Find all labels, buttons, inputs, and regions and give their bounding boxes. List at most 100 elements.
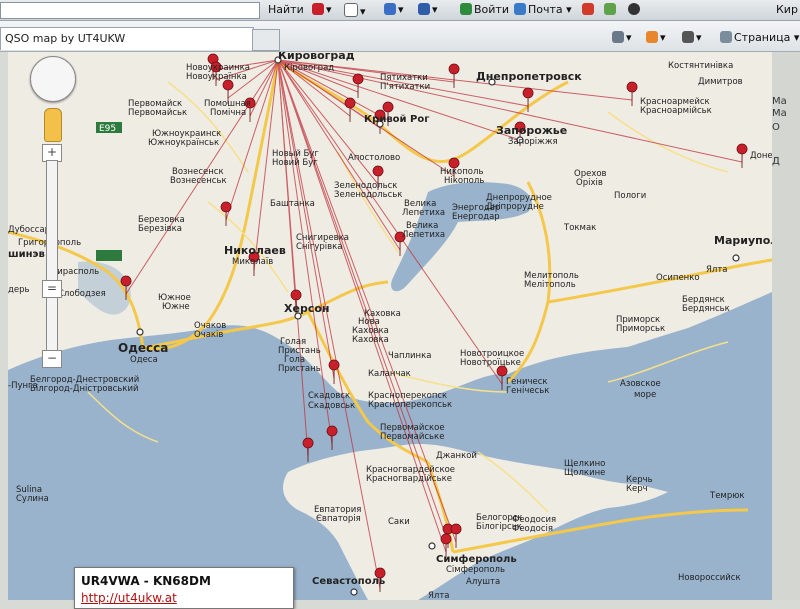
label-kerch2: Керч bbox=[626, 484, 648, 494]
check-button[interactable]: ▾ bbox=[384, 3, 404, 17]
tab-title: QSO map by UT4UKW bbox=[5, 32, 126, 45]
label-skadovsk2: Скадовськ bbox=[308, 401, 355, 411]
page-menu-button[interactable]: Страница ▾ bbox=[720, 31, 799, 44]
mail-label: Почта bbox=[528, 3, 563, 16]
search-box[interactable] bbox=[0, 2, 260, 19]
label-kostiantynivka: Костянтинівка bbox=[668, 61, 733, 71]
mail-icon bbox=[514, 3, 526, 15]
label-voznesensk2: Вознесенськ bbox=[170, 176, 227, 186]
bike-button[interactable] bbox=[582, 3, 596, 17]
info-window-link[interactable]: http://ut4ukw.at bbox=[81, 591, 177, 605]
mail-button[interactable]: Почта ▾ bbox=[514, 3, 572, 17]
right-edge-text: О bbox=[772, 122, 780, 133]
label-chaplinka: Чаплинка bbox=[388, 351, 431, 361]
label-kalanchak: Каланчак bbox=[368, 369, 411, 379]
document-icon bbox=[418, 3, 430, 15]
label-krasnoperekopsk2: Красноперекопськ bbox=[368, 400, 452, 410]
login-label: Войти bbox=[474, 3, 509, 16]
e95-label-north: E95 bbox=[99, 124, 116, 134]
e95-shield-south bbox=[96, 250, 122, 261]
qso-map[interactable]: E95 Кировоград Кіровоград Новоукраинка Н… bbox=[8, 52, 772, 600]
label-piatykhatky: П'ятихатки bbox=[380, 82, 430, 92]
label-yevpatoriia: Євпаторія bbox=[316, 514, 361, 524]
pan-control[interactable] bbox=[30, 56, 76, 102]
label-novotroitske: Новотроїцьке bbox=[460, 358, 521, 368]
label-henichesk: Генічеськ bbox=[506, 386, 549, 396]
label-prymorsk: Приморськ bbox=[616, 324, 665, 334]
zoom-out-button[interactable]: − bbox=[42, 350, 62, 368]
label-pology: Пологи bbox=[614, 191, 646, 201]
label-pervomaysk2: Первомайськ bbox=[128, 108, 187, 118]
label-ochakiv: Очаків bbox=[194, 330, 223, 340]
feeds-button[interactable]: ▾ bbox=[646, 31, 666, 44]
label-donets: Донец bbox=[750, 151, 772, 161]
new-tab-button[interactable] bbox=[252, 29, 280, 51]
label-saki: Саки bbox=[388, 517, 410, 527]
toolbar-right-text: Кир bbox=[776, 3, 798, 16]
label-tiraspol: Тирасполь bbox=[51, 267, 99, 277]
label-nikolaev: Николаев bbox=[224, 244, 286, 257]
label-mariupol: Мариуполь bbox=[714, 234, 772, 247]
label-slobodzeya: Слободзея bbox=[58, 289, 106, 299]
marker-info-window: UR4VWA - KN68DM http://ut4ukw.at bbox=[74, 567, 294, 609]
zoom-slider[interactable] bbox=[46, 160, 58, 362]
label-lepetykha: Лепетиха bbox=[402, 230, 445, 240]
label-zaporozhye: Запорожье bbox=[496, 124, 567, 137]
settings-button[interactable] bbox=[628, 3, 642, 17]
login-button[interactable]: Войти bbox=[460, 3, 509, 17]
pen-icon bbox=[312, 3, 324, 15]
right-edge-text: Ма bbox=[772, 108, 787, 119]
label-enerhodar: Енергодар bbox=[452, 212, 500, 222]
label-apostolovo: Апостолово bbox=[348, 153, 400, 163]
print-button[interactable]: ▾ bbox=[682, 31, 702, 44]
label-lunga: -Пунга bbox=[8, 381, 38, 391]
pen-tool-button[interactable]: ▾ bbox=[312, 3, 332, 17]
label-simferopol2: Сімферополь bbox=[446, 565, 505, 575]
label-krivoy: Кривой Рог bbox=[364, 114, 429, 125]
label-novoukrainka2: Новоукраїнка bbox=[186, 72, 247, 82]
document-button[interactable]: ▾ bbox=[418, 3, 438, 17]
label-mykolaiv: Миколаїв bbox=[232, 257, 273, 267]
label-zelenodolsk2: Зеленодольськ bbox=[334, 190, 402, 200]
label-melitopol2: Мелітополь bbox=[524, 280, 576, 290]
label-chisinau: шинэв bbox=[8, 249, 45, 260]
label-orikhiv: Оріхів bbox=[576, 178, 603, 188]
right-edge-text: Ма bbox=[772, 96, 787, 107]
label-lepetikha: Лепетиха bbox=[402, 208, 445, 218]
checkmark-icon bbox=[384, 3, 396, 15]
label-simferopol: Симферополь bbox=[436, 553, 517, 565]
label-dimitrov: Димитров bbox=[698, 77, 743, 87]
right-edge-strip: Ма Ма О Д bbox=[772, 52, 800, 600]
label-alushta: Алушта bbox=[466, 577, 500, 587]
label-dzhankoy: Джанкой bbox=[436, 451, 477, 461]
label-pervomaiske: Первомайське bbox=[380, 432, 444, 442]
label-azov-sea2: море bbox=[634, 390, 656, 400]
street-view-pegman-icon[interactable] bbox=[44, 108, 62, 142]
comment-button[interactable]: ▾ bbox=[344, 3, 366, 18]
label-sevastopol: Севастополь bbox=[312, 576, 385, 587]
label-yuzhnoukrainsk2: Южноукраїнськ bbox=[148, 138, 219, 148]
label-novybug2: Новий Буг bbox=[272, 158, 318, 168]
tab-bar: QSO map by UT4UKW ▾ ▾ ▾ Страница ▾ bbox=[0, 21, 800, 52]
label-berdiansk: Бердянськ bbox=[682, 304, 730, 314]
label-kherson: Херсон bbox=[284, 302, 330, 315]
zoom-slider-handle[interactable]: = bbox=[42, 280, 62, 298]
label-azov-sea: Азовское bbox=[620, 379, 661, 389]
label-dniprorudne: Дніпрорудне bbox=[486, 202, 544, 212]
map-canvas[interactable]: E95 Кировоград Кіровоград Новоукраинка Н… bbox=[8, 52, 772, 600]
label-bashtanka: Баштанка bbox=[270, 199, 315, 209]
gear-icon bbox=[628, 3, 640, 15]
page-icon bbox=[720, 31, 732, 43]
label-prystan: Пристань bbox=[278, 364, 321, 374]
home-button[interactable]: ▾ bbox=[612, 31, 632, 44]
label-krasnohvardiiske: Красногвардійське bbox=[366, 474, 452, 484]
tab-qso-map[interactable]: QSO map by UT4UKW bbox=[0, 27, 254, 50]
find-button[interactable]: Найти bbox=[268, 3, 304, 17]
label-temryuk: Темрюк bbox=[709, 491, 745, 501]
label-novorossiysk: Новороссийск bbox=[678, 573, 741, 583]
extension-button[interactable] bbox=[604, 3, 618, 17]
bicycle-icon bbox=[582, 3, 594, 15]
label-bendery: дерь bbox=[8, 285, 30, 295]
rss-icon bbox=[646, 31, 658, 43]
browser-toolbar: Найти ▾ ▾ ▾ ▾ Войти Почта ▾ Кир bbox=[0, 0, 800, 21]
